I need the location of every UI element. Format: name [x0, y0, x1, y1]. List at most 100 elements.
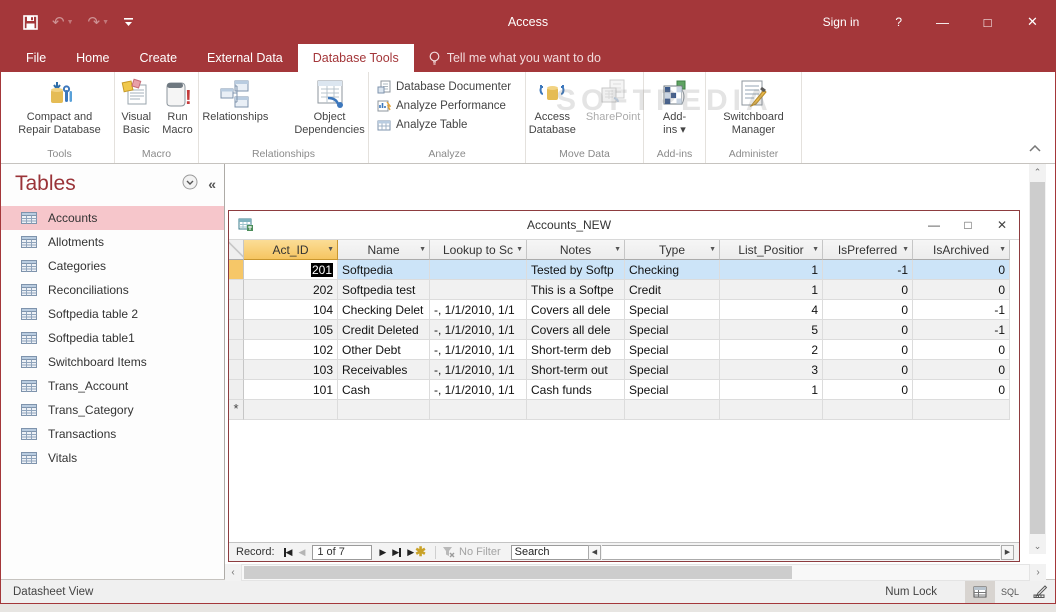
doc-close-icon[interactable]: ✕ — [985, 211, 1019, 239]
sidebar-item-softpedia-table-2[interactable]: Softpedia table 2 — [1, 302, 224, 326]
save-icon[interactable] — [23, 14, 38, 30]
cell[interactable]: 1 — [720, 260, 823, 280]
doc-minimize-icon[interactable]: — — [917, 211, 951, 239]
database-documenter-button[interactable]: Database Documenter — [377, 80, 511, 94]
cell[interactable]: 101 — [244, 380, 338, 400]
cell[interactable] — [430, 400, 527, 420]
tab-external-data[interactable]: External Data — [192, 44, 298, 72]
scroll-left-icon[interactable]: ◀ — [588, 544, 601, 560]
sign-in-button[interactable]: Sign in — [805, 0, 878, 44]
cell[interactable]: 1 — [720, 380, 823, 400]
column-header-notes[interactable]: Notes ▼ — [527, 240, 625, 260]
undo-button[interactable]: ↶ ▼ — [52, 13, 74, 31]
sidebar-item-trans-category[interactable]: Trans_Category — [1, 398, 224, 422]
sidebar-item-trans-account[interactable]: Trans_Account — [1, 374, 224, 398]
collapse-ribbon-icon[interactable] — [1029, 139, 1041, 157]
cell[interactable]: 104 — [244, 300, 338, 320]
nav-pane-menu-icon[interactable] — [182, 174, 198, 195]
search-input[interactable] — [510, 544, 595, 560]
redo-button[interactable]: ↷ ▼ — [88, 13, 110, 31]
cell[interactable] — [430, 260, 527, 280]
sidebar-item-vitals[interactable]: Vitals — [1, 446, 224, 470]
cell[interactable]: 0 — [913, 340, 1010, 360]
cell[interactable]: 0 — [823, 360, 913, 380]
cell[interactable] — [430, 280, 527, 300]
cell[interactable]: Checking Delet — [338, 300, 430, 320]
cell[interactable]: 0 — [823, 280, 913, 300]
cell[interactable] — [244, 400, 338, 420]
current-record-box[interactable]: 1 of 7 — [312, 544, 373, 560]
cell[interactable]: 201 — [244, 260, 338, 280]
select-all-corner[interactable] — [229, 240, 244, 260]
maximize-icon[interactable]: □ — [965, 0, 1010, 44]
tab-file[interactable]: File — [11, 44, 61, 72]
tell-me-box[interactable]: Tell me what you want to do — [414, 44, 615, 72]
row-selector[interactable] — [229, 280, 244, 300]
hscroll-left-icon[interactable]: ‹ — [225, 564, 241, 581]
column-header-name[interactable]: Name ▼ — [338, 240, 430, 260]
cell[interactable]: 202 — [244, 280, 338, 300]
cell[interactable]: 103 — [244, 360, 338, 380]
cell[interactable]: -1 — [913, 320, 1010, 340]
sidebar-item-softpedia-table1[interactable]: Softpedia table1 — [1, 326, 224, 350]
sidebar-item-categories[interactable]: Categories — [1, 254, 224, 278]
doc-maximize-icon[interactable]: □ — [951, 211, 985, 239]
sort-dropdown-icon[interactable]: ▼ — [999, 246, 1006, 253]
sidebar-item-accounts[interactable]: Accounts — [1, 206, 224, 230]
minimize-icon[interactable]: — — [920, 0, 965, 44]
cell[interactable]: 0 — [913, 360, 1010, 380]
tab-home[interactable]: Home — [61, 44, 124, 72]
cell[interactable]: -1 — [823, 260, 913, 280]
no-filter-button[interactable]: No Filter — [442, 546, 501, 558]
cell[interactable]: 105 — [244, 320, 338, 340]
column-header-list-positior[interactable]: List_Positior ▼ — [720, 240, 823, 260]
sort-dropdown-icon[interactable]: ▼ — [516, 246, 523, 253]
analyze-performance-button[interactable]: Analyze Performance — [377, 99, 511, 113]
object-dependencies-button[interactable]: Object Dependencies — [289, 74, 369, 138]
tab-database-tools[interactable]: Database Tools — [297, 44, 414, 72]
cell[interactable] — [720, 400, 823, 420]
cell[interactable]: Softpedia test — [338, 280, 430, 300]
sql-view-icon[interactable]: SQL — [995, 580, 1025, 603]
shutter-bar-close-icon[interactable]: « — [208, 176, 216, 192]
design-view-icon[interactable] — [1025, 580, 1055, 603]
cell[interactable]: 1 — [720, 280, 823, 300]
row-selector[interactable] — [229, 260, 244, 280]
cell[interactable]: Credit — [625, 280, 720, 300]
next-record-icon[interactable]: ▶ — [379, 547, 386, 558]
cell[interactable]: 0 — [913, 260, 1010, 280]
hscroll-thumb[interactable] — [244, 566, 792, 579]
row-selector[interactable] — [229, 320, 244, 340]
cell[interactable]: -, 1/1/2010, 1/1 — [430, 340, 527, 360]
cell[interactable]: Cash — [338, 380, 430, 400]
cell[interactable]: Tested by Softp — [527, 260, 625, 280]
vscroll-up-icon[interactable]: ⌃ — [1029, 164, 1046, 180]
last-record-icon[interactable]: ▶ — [392, 547, 402, 558]
sort-dropdown-icon[interactable]: ▼ — [419, 246, 426, 253]
cell[interactable]: 102 — [244, 340, 338, 360]
cell[interactable]: Cash funds — [527, 380, 625, 400]
tab-create[interactable]: Create — [125, 44, 193, 72]
new-record-selector[interactable]: * — [229, 400, 244, 420]
cell[interactable]: Covers all dele — [527, 300, 625, 320]
cell[interactable]: Special — [625, 340, 720, 360]
datasheet-view-icon[interactable] — [965, 580, 995, 603]
cell[interactable]: Other Debt — [338, 340, 430, 360]
row-selector[interactable] — [229, 340, 244, 360]
cell[interactable]: Credit Deleted — [338, 320, 430, 340]
sort-dropdown-icon[interactable]: ▼ — [327, 246, 334, 253]
cell[interactable]: 0 — [823, 300, 913, 320]
sidebar-item-switchboard-items[interactable]: Switchboard Items — [1, 350, 224, 374]
column-header-lookup-to-sc[interactable]: Lookup to Sc ▼ — [430, 240, 527, 260]
cell[interactable]: Short-term out — [527, 360, 625, 380]
relationships-button[interactable]: Relationships — [197, 74, 273, 125]
cell[interactable]: -, 1/1/2010, 1/1 — [430, 320, 527, 340]
hscroll-right-icon[interactable]: › — [1030, 564, 1046, 581]
sidebar-item-transactions[interactable]: Transactions — [1, 422, 224, 446]
cell[interactable]: 5 — [720, 320, 823, 340]
sort-dropdown-icon[interactable]: ▼ — [902, 246, 909, 253]
add-ins-button[interactable]: Add- ins ▾ — [655, 74, 695, 138]
cell[interactable]: -, 1/1/2010, 1/1 — [430, 380, 527, 400]
row-selector[interactable] — [229, 360, 244, 380]
previous-record-icon[interactable]: ◀ — [298, 547, 305, 558]
